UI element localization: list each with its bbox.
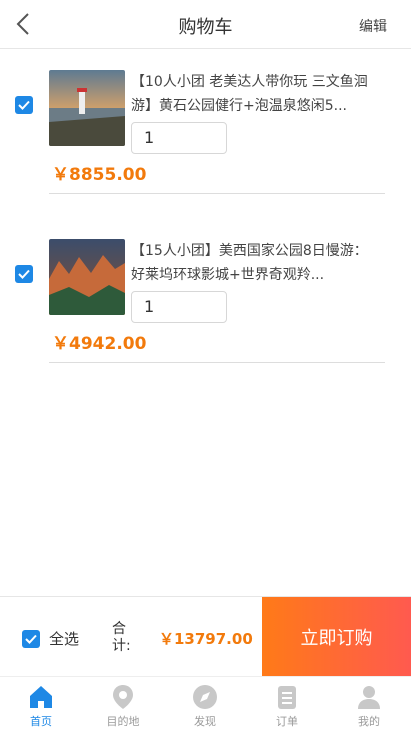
tab-label: 发现: [194, 715, 216, 728]
item-checkbox[interactable]: [15, 265, 33, 283]
tab-home[interactable]: 首页: [0, 677, 82, 732]
order-list-icon: [273, 683, 301, 711]
product-name[interactable]: 【15人小团】美西国家公园8日慢游：好莱坞环球影城+世界奇观羚...: [131, 239, 381, 287]
select-all-checkbox[interactable]: [22, 630, 40, 648]
product-price: ￥8855.00: [52, 165, 147, 185]
product-name[interactable]: 【10人小团 老美达人带你玩 三文鱼洄游】黄石公园健行+泡温泉悠闲5...: [131, 70, 381, 118]
home-icon: [27, 683, 55, 711]
select-all-label[interactable]: 全选: [49, 628, 79, 649]
tab-label: 首页: [30, 715, 52, 728]
tab-profile[interactable]: 我的: [328, 677, 410, 732]
product-thumbnail[interactable]: [49, 239, 125, 315]
tab-orders[interactable]: 订单: [246, 677, 328, 732]
divider: [49, 193, 385, 194]
tab-discover[interactable]: 发现: [164, 677, 246, 732]
page-title: 购物车: [178, 17, 233, 38]
tab-label: 我的: [358, 715, 380, 728]
total-label: 合计:: [112, 621, 131, 654]
tab-destination[interactable]: 目的地: [82, 677, 164, 732]
buy-now-button[interactable]: 立即订购: [262, 597, 411, 677]
edit-button[interactable]: 编辑: [359, 16, 387, 36]
location-pin-icon: [109, 683, 137, 711]
compass-icon: [191, 683, 219, 711]
header: 购物车 编辑: [0, 0, 411, 49]
tab-label: 订单: [276, 715, 298, 728]
item-checkbox[interactable]: [15, 96, 33, 114]
divider: [49, 362, 385, 363]
cart-item: 【15人小团】美西国家公园8日慢游：好莱坞环球影城+世界奇观羚... 1 ￥49…: [0, 217, 411, 367]
quantity-input[interactable]: 1: [131, 122, 227, 154]
user-icon: [355, 683, 383, 711]
product-price: ￥4942.00: [52, 334, 147, 354]
tab-bar: 首页 目的地 发现 订单 我的: [0, 676, 411, 732]
tab-label: 目的地: [106, 715, 140, 728]
quantity-input[interactable]: 1: [131, 291, 227, 323]
total-price: ￥13797.00: [159, 630, 253, 648]
product-thumbnail[interactable]: [49, 70, 125, 146]
cart-item: 【10人小团 老美达人带你玩 三文鱼洄游】黄石公园健行+泡温泉悠闲5... 1 …: [0, 48, 411, 198]
checkout-bar: 全选 合计: ￥13797.00 立即订购: [0, 596, 411, 677]
